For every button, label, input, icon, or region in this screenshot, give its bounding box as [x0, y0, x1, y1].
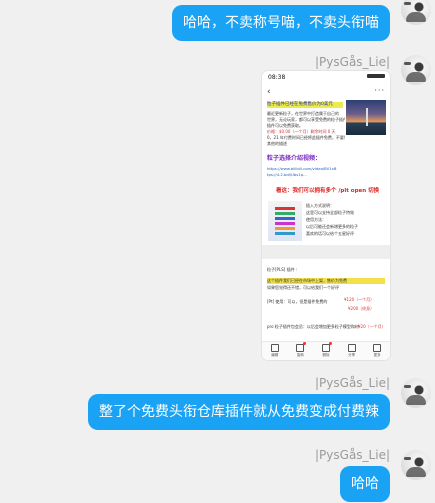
video-link[interactable]: https://www.bilibili.com/video/BV1xB [267, 166, 337, 171]
back-arrow-icon: ‹ [267, 87, 271, 97]
toolbar-share[interactable]: 分享 [347, 344, 356, 358]
article-photo [346, 100, 386, 135]
toolbar-rotate[interactable]: 旋转 [296, 342, 307, 358]
toolbar-delete[interactable]: 删除 [321, 342, 332, 358]
chat-bubble[interactable]: 整了个免费头衔仓库插件就从免费变成付费辣 [88, 394, 390, 430]
highlight-title: 看这：我们可以拥有多个 /plt open 切换 [276, 188, 380, 194]
message-text: 哈哈，不卖称号喵，不卖头衔喵 [183, 15, 379, 31]
share-icon [347, 344, 356, 352]
body-line: 世界，无论玩家，都可以享受免费的粒子插件。 [267, 117, 345, 122]
avatar[interactable] [401, 0, 431, 25]
price-line: [Pt] 使用：可以，但是插件免费的 [267, 299, 328, 304]
body-line: 最近更新粒子，在世界中打造属于自己的 [267, 111, 339, 116]
video-link[interactable]: tps://4.2.bdl/Ubs1p... [267, 172, 307, 177]
bottom-toolbar: 编辑 旋转 删除 分享 更多 [262, 341, 390, 360]
chat-bubble[interactable]: 哈哈 [340, 466, 390, 502]
lower-text: 如果您觉得还不错，可以给我们一个好评 [267, 285, 339, 290]
body-line: 插件可以免费获取。 [267, 123, 303, 128]
rotate-icon [296, 342, 307, 352]
more-icon: ··· [374, 86, 385, 95]
body-line: 价格：$0.00（一个月）剩余时间 0 天 [267, 129, 336, 134]
toolbar-more[interactable]: 更多 [373, 344, 382, 358]
sender-name: |PysGås_Lie| [315, 376, 390, 390]
thumb-text: 以后可能还会新增更多的粒子 [306, 224, 358, 229]
footer-line: pro 粒子插件包会员：以后会增加更多粒子模型和材质 [267, 324, 359, 329]
thumb-text: 喜欢的话可以给个五星好评 [306, 231, 354, 236]
image-message[interactable]: 08:38 ‹ ··· 粒子插件已经在免费售价为0美元 最近更新粒子，在世界中打… [262, 71, 390, 360]
more-options-icon [373, 344, 382, 352]
chat-bubble[interactable]: 哈哈，不卖称号喵，不卖头衔喵 [172, 5, 390, 41]
delete-icon [321, 342, 332, 352]
lower-title: 粒子[PLS] 插件 : [267, 267, 298, 272]
avatar[interactable] [401, 450, 431, 480]
message-text: 哈哈 [351, 476, 379, 492]
price-value: ¥120（一个月） [344, 297, 375, 302]
body-line: 0，21 年付费时间已经将此插件免费，不要看 [267, 135, 345, 140]
divider [262, 245, 390, 259]
price-value: ¥200（终身） [348, 306, 375, 311]
lower-text: 这个插件我们已经在市场中上架，售价为免费 [267, 278, 347, 283]
body-line: 其他的描述 [267, 141, 287, 146]
thumb-text: 使用方法： [306, 217, 326, 222]
message-text: 整了个免费头衔仓库插件就从免费变成付费辣 [99, 404, 379, 420]
battery-icon [367, 74, 385, 78]
avatar[interactable] [401, 378, 431, 408]
sender-name: |PysGås_Lie| [315, 448, 390, 462]
section-title: 粒子选择介绍视频： [267, 155, 322, 162]
thumb-text: 插入方式说明： [306, 203, 334, 208]
price-value: ¥20（一个月） [358, 324, 386, 329]
toolbar-edit[interactable]: 编辑 [270, 344, 279, 358]
plugin-screenshot [268, 201, 302, 241]
thumb-text: 这里可以支持全部粒子特效 [306, 210, 354, 215]
sender-name: |PysGås_Lie| [315, 55, 390, 69]
article-title: 粒子插件已经在免费售价为0美元 [267, 102, 343, 108]
edit-icon [270, 344, 279, 352]
status-time: 08:38 [268, 74, 286, 81]
avatar[interactable] [401, 55, 431, 85]
